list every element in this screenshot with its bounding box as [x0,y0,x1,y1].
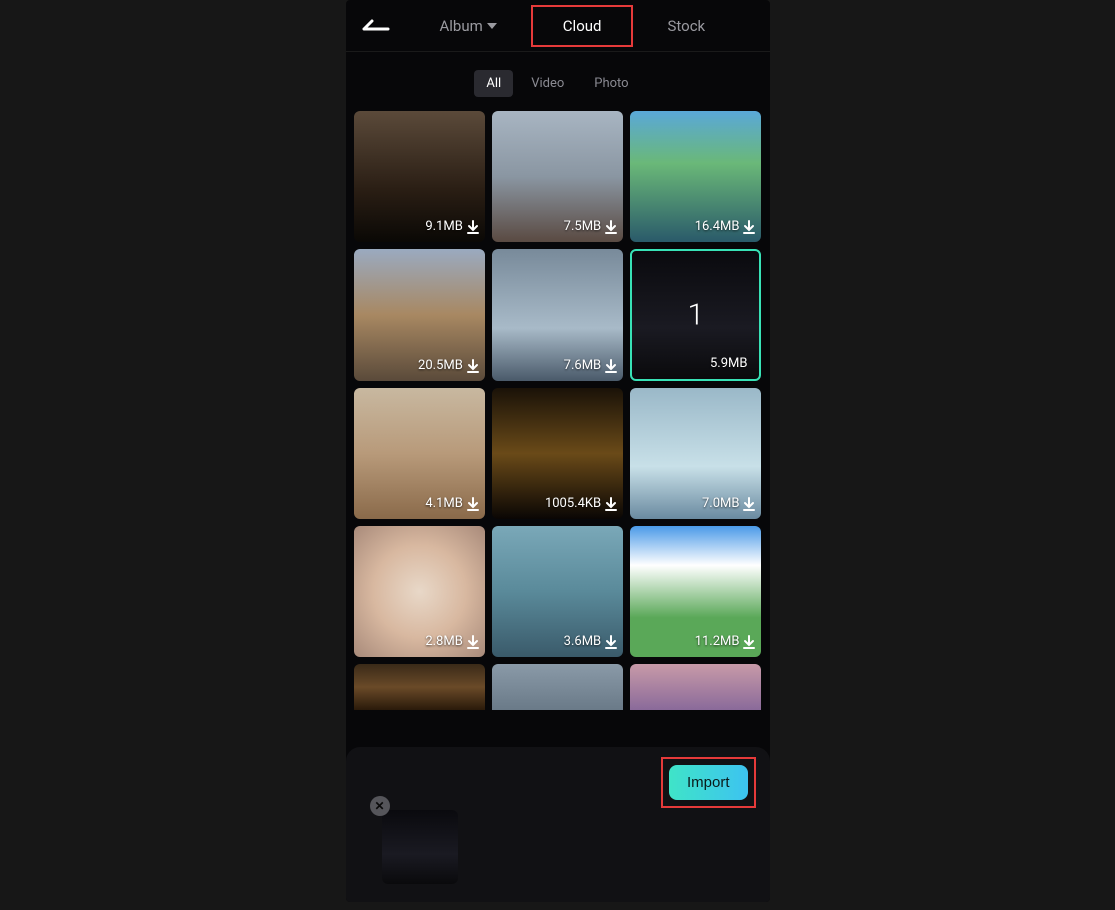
close-icon: ✕ [374,799,384,813]
media-tile[interactable]: 5.9MB 1 [630,249,761,380]
tile-size-label: 5.9MB [710,356,748,371]
tile-size-label: 1005.4KB [545,496,601,511]
cloud-tab-highlight: Cloud [531,5,634,47]
header: Album Cloud Stock [346,0,770,52]
download-icon [605,497,617,511]
download-icon [605,220,617,234]
import-highlight: Import [661,757,756,808]
tray-actions: Import [356,757,760,810]
filter-video[interactable]: Video [519,70,576,97]
download-icon [743,220,755,234]
stock-label: Stock [667,17,705,35]
header-tabs: Album Cloud Stock [440,7,754,45]
filter-all[interactable]: All [474,70,513,97]
stock-tab[interactable]: Stock [667,17,705,35]
media-tile[interactable]: 9.1MB [354,111,485,242]
tile-size-label: 7.6MB [564,358,602,373]
back-icon[interactable] [362,17,390,35]
import-button[interactable]: Import [669,765,748,800]
media-tile[interactable] [492,664,623,710]
tile-size-label: 9.1MB [425,219,463,234]
tile-size-label: 11.2MB [695,634,740,649]
tray-thumb-wrapper: ✕ [382,810,458,884]
album-label: Album [440,17,483,35]
download-icon [467,497,479,511]
cloud-label: Cloud [563,17,602,35]
download-icon [743,635,755,649]
media-tile[interactable]: 2.8MB [354,526,485,657]
selection-tray: Import ✕ [346,747,770,902]
tile-size-label: 4.1MB [425,496,463,511]
download-icon [743,497,755,511]
media-tile[interactable]: 16.4MB [630,111,761,242]
media-tile[interactable]: 7.6MB [492,249,623,380]
media-tile[interactable]: 3.6MB [492,526,623,657]
media-picker-screen: Album Cloud Stock All Video Photo 9.1MB 7… [346,0,770,902]
download-icon [467,635,479,649]
tile-size-label: 7.5MB [564,219,602,234]
download-icon [467,220,479,234]
caret-down-icon [487,22,497,30]
download-icon [467,359,479,373]
tile-size-label: 7.0MB [702,496,740,511]
media-tile[interactable]: 20.5MB [354,249,485,380]
media-tile[interactable]: 4.1MB [354,388,485,519]
media-tile[interactable] [354,664,485,710]
tray-thumbnail[interactable] [382,810,458,884]
album-tab[interactable]: Album [440,17,497,35]
filter-photo[interactable]: Photo [582,70,640,97]
media-tile[interactable]: 7.0MB [630,388,761,519]
selection-number: 1 [687,297,704,332]
filter-row: All Video Photo [346,52,770,111]
tile-size-label: 3.6MB [564,634,602,649]
remove-thumb-button[interactable]: ✕ [370,796,390,816]
download-icon [605,635,617,649]
media-tile[interactable] [630,664,761,710]
media-tile[interactable]: 11.2MB [630,526,761,657]
download-icon [605,359,617,373]
media-tile[interactable]: 1005.4KB [492,388,623,519]
cloud-tab[interactable]: Cloud [563,17,602,35]
tile-size-label: 20.5MB [418,358,463,373]
tile-size-label: 16.4MB [695,219,740,234]
tray-thumbnails: ✕ [356,810,760,884]
tile-size-label: 2.8MB [425,634,463,649]
media-tile[interactable]: 7.5MB [492,111,623,242]
